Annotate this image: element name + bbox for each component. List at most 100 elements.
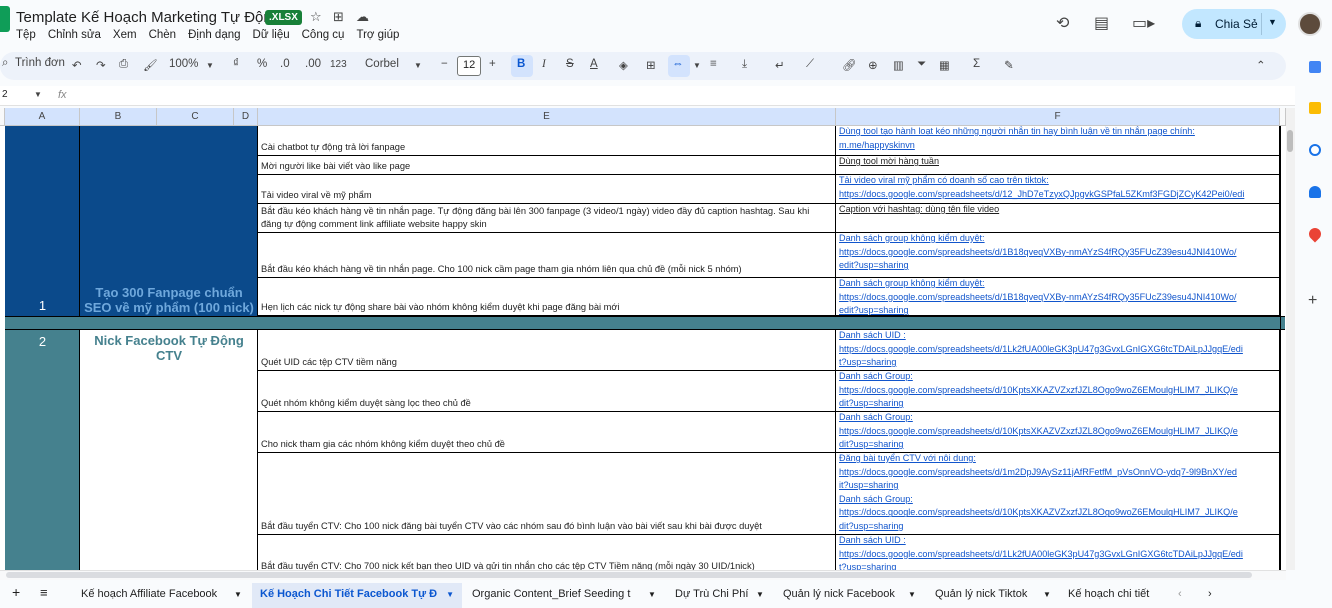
font-size-input[interactable]: 12 xyxy=(457,56,482,76)
task-cell[interactable]: Tải video viral về mỹ phẩm xyxy=(258,175,836,204)
task-cell[interactable]: Bắt đầu tuyển CTV: Cho 100 nick đăng bài… xyxy=(258,453,836,535)
notes-line[interactable]: https://docs.google.com/spreadsheets/d/1… xyxy=(839,384,1238,398)
notes-line[interactable]: https://docs.google.com/spreadsheets/d/1… xyxy=(839,246,1236,260)
notes-text[interactable]: Dùng tool tạo hành loạt kéo những người … xyxy=(839,126,1195,152)
increase-font-size-icon[interactable]: + xyxy=(489,58,496,70)
calendar-icon[interactable] xyxy=(1309,61,1321,73)
insert-link-icon[interactable]: 🔗︎ xyxy=(842,58,857,72)
undo-icon[interactable]: ↶ xyxy=(72,58,82,72)
comments-icon[interactable]: ▤ xyxy=(1094,13,1109,33)
merge-cells-icon[interactable]: ⇔ xyxy=(672,58,684,70)
text-color-button[interactable]: A xyxy=(590,58,598,70)
notes-line[interactable]: edit?usp=sharing xyxy=(839,259,1236,273)
chevron-down-icon[interactable]: ▼ xyxy=(1268,17,1277,27)
sheets-logo-icon[interactable] xyxy=(0,6,10,32)
menu-edit[interactable]: Chỉnh sửa xyxy=(48,29,101,41)
all-sheets-icon[interactable]: ≡ xyxy=(40,585,48,600)
notes-cell[interactable]: Dùng tool tạo hành loạt kéo những người … xyxy=(836,126,1280,156)
notes-line[interactable]: Danh sách Group: xyxy=(839,493,1238,507)
name-box[interactable]: 2 xyxy=(2,89,8,100)
notes-text[interactable]: Danh sách UID : https://docs.google.com/s… xyxy=(839,330,1243,370)
font-select[interactable]: Corbel xyxy=(365,58,399,70)
share-button[interactable]: 🔒︎ Chia Sẻ ▼ xyxy=(1182,9,1286,39)
merge-chevron-down-icon[interactable]: ▼ xyxy=(693,61,701,70)
column-header-f[interactable]: F xyxy=(836,108,1280,126)
notes-line[interactable]: Danh sách UID : xyxy=(839,535,1243,548)
functions-icon[interactable]: Σ xyxy=(973,58,980,70)
vertical-scroll-thumb[interactable] xyxy=(1287,130,1293,152)
notes-text[interactable]: Danh sách group không kiểm duyệt: https:/… xyxy=(839,278,1236,315)
insert-chart-icon[interactable]: ▥ xyxy=(893,58,904,72)
tab-chevron-down-icon[interactable]: ▼ xyxy=(1043,590,1051,599)
notes-line[interactable]: t?usp=sharing xyxy=(839,561,1243,570)
notes-line[interactable]: m.me/happyskinvn xyxy=(839,139,1195,153)
notes-text[interactable]: Danh sách Group: https://docs.google.com/… xyxy=(839,371,1238,411)
task-cell[interactable]: Quét UID các tệp CTV tiềm năng xyxy=(258,330,836,371)
notes-line[interactable]: https://docs.google.com/spreadsheets/d/1… xyxy=(839,466,1238,480)
spreadsheet-grid[interactable]: A B C D E F 1 Tạo 300 Fanpage chuẩn SEO … xyxy=(0,108,1295,570)
notes-text[interactable]: Caption với hashtag: dùng tên file video xyxy=(839,204,999,217)
notes-cell[interactable]: Danh sách group không kiểm duyệt: https:/… xyxy=(836,278,1280,316)
column-header-c[interactable]: C xyxy=(157,108,234,126)
notes-line[interactable]: Danh sách group không kiểm duyệt: xyxy=(839,278,1236,291)
paint-format-icon[interactable]: 🖌︎ xyxy=(143,58,158,72)
stage-number-cell[interactable]: 1 xyxy=(5,126,80,316)
bold-button[interactable]: B xyxy=(517,58,525,70)
menu-view[interactable]: Xem xyxy=(113,29,137,41)
notes-line[interactable]: dit?usp=sharing xyxy=(839,520,1238,534)
notes-cell[interactable]: Danh sách UID : https://docs.google.com/s… xyxy=(836,535,1280,570)
notes-line[interactable]: edit?usp=sharing xyxy=(839,304,1236,315)
notes-cell[interactable]: Danh sách Group: https://docs.google.com/… xyxy=(836,371,1280,412)
notes-line[interactable]: https://docs.google.com/spreadsheets/d/1… xyxy=(839,506,1238,520)
zoom-chevron-down-icon[interactable]: ▼ xyxy=(206,61,214,70)
contacts-icon[interactable] xyxy=(1309,186,1321,198)
vertical-scrollbar[interactable] xyxy=(1286,108,1295,570)
notes-cell[interactable]: Danh sách group không kiểm duyệt: https:/… xyxy=(836,233,1280,278)
tab-facebook-detail-plan[interactable]: Kế Hoạch Chi Tiết Facebook Tự Đ ▼ xyxy=(252,583,463,608)
notes-cell[interactable]: Caption với hashtag: dùng tên file video xyxy=(836,204,1280,233)
tab-tiktok-accounts[interactable]: Quản lý nick Tiktok xyxy=(935,588,1027,600)
column-header-d[interactable]: D xyxy=(234,108,258,126)
horizontal-scroll-thumb[interactable] xyxy=(6,572,1252,578)
notes-text[interactable]: Danh sách UID : https://docs.google.com/s… xyxy=(839,535,1243,570)
notes-line[interactable]: Danh sách Group: xyxy=(839,371,1238,384)
tab-chevron-down-icon[interactable]: ▼ xyxy=(756,590,764,599)
notes-cell[interactable]: Đăng bài tuyển CTV với nôi dung: https://… xyxy=(836,453,1280,535)
column-header-a[interactable]: A xyxy=(5,108,80,126)
notes-line[interactable]: it?usp=sharing xyxy=(839,479,1238,493)
scroll-tabs-right-icon[interactable]: › xyxy=(1208,588,1212,600)
name-box-chevron-down-icon[interactable]: ▼ xyxy=(34,90,42,99)
task-cell[interactable]: Bắt đầu kéo khách hàng về tin nhắn page.… xyxy=(258,204,836,233)
notes-line[interactable]: Đăng bài tuyển CTV với nôi dung: xyxy=(839,453,1238,466)
currency-button[interactable]: ₫ xyxy=(233,58,239,70)
notes-line[interactable]: https://docs.google.com/spreadsheets/d/1… xyxy=(839,548,1243,562)
tasks-icon[interactable] xyxy=(1309,144,1321,156)
menu-insert[interactable]: Chèn xyxy=(149,29,177,41)
tab-chevron-down-icon[interactable]: ▼ xyxy=(908,590,916,599)
notes-line[interactable]: dit?usp=sharing xyxy=(839,438,1238,452)
star-icon[interactable]: ☆ xyxy=(310,9,322,25)
more-formats-button[interactable]: 123 xyxy=(330,59,347,70)
notes-line[interactable]: https://docs.google.com/spreadsheets/d/1… xyxy=(839,188,1244,202)
move-folder-icon[interactable]: ⊞ xyxy=(333,9,344,25)
history-icon[interactable]: ⟲ xyxy=(1056,13,1069,33)
strikethrough-button[interactable]: S xyxy=(566,58,574,70)
notes-line[interactable]: Danh sách group không kiểm duyệt: xyxy=(839,233,1236,246)
filter-views-icon[interactable]: ▦ xyxy=(939,58,950,72)
menu-help[interactable]: Trợ giúp xyxy=(356,29,399,41)
tab-affiliate-facebook[interactable]: Kế hoạch Affiliate Facebook xyxy=(81,588,217,600)
notes-text[interactable]: Dùng tool mời hàng tuần xyxy=(839,156,939,169)
decrease-font-size-icon[interactable]: − xyxy=(441,58,448,70)
redo-icon[interactable]: ↷ xyxy=(96,58,106,72)
notes-text[interactable]: Danh sách group không kiểm duyệt: https:/… xyxy=(839,233,1236,273)
meet-icon[interactable]: ▭▸ xyxy=(1132,13,1155,33)
notes-line[interactable]: dit?usp=sharing xyxy=(839,397,1238,411)
notes-line[interactable]: Dùng tool tạo hành loạt kéo những người … xyxy=(839,126,1195,139)
text-wrap-icon[interactable]: ↵ xyxy=(775,58,785,72)
print-icon[interactable]: ⎙ xyxy=(119,58,128,71)
column-header-b[interactable]: B xyxy=(80,108,157,126)
stage-title-cell[interactable]: Nick Facebook Tự Động CTV xyxy=(80,330,258,570)
notes-cell[interactable]: Dùng tool mời hàng tuần xyxy=(836,156,1280,175)
notes-text[interactable]: Đăng bài tuyển CTV với nôi dung: https://… xyxy=(839,453,1238,534)
insert-comment-icon[interactable]: ⊕ xyxy=(868,58,878,72)
